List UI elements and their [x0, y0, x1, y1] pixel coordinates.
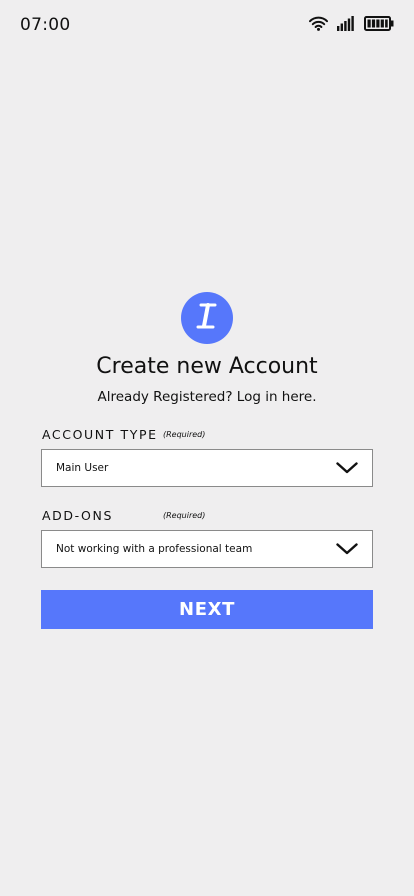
add-ons-label: ADD-ONS — [42, 508, 113, 523]
next-button[interactable]: NEXT — [41, 590, 373, 629]
status-time: 07:00 — [20, 15, 71, 35]
status-bar: 07:00 — [0, 0, 414, 48]
chevron-down-icon — [336, 543, 358, 555]
account-type-value: Main User — [56, 462, 109, 474]
app-logo — [181, 292, 233, 344]
account-type-required: (Required) — [163, 430, 206, 439]
add-ons-select[interactable]: Not working with a professional team — [41, 530, 373, 568]
login-link[interactable]: Already Registered? Log in here. — [0, 389, 414, 405]
pen-logo-icon — [192, 299, 222, 338]
add-ons-required: (Required) — [163, 511, 206, 520]
account-type-select[interactable]: Main User — [41, 449, 373, 487]
add-ons-value: Not working with a professional team — [56, 543, 253, 555]
signal-icon — [337, 16, 355, 31]
wifi-icon — [309, 16, 328, 31]
battery-icon — [364, 16, 394, 31]
chevron-down-icon — [336, 462, 358, 474]
account-type-label: ACCOUNT TYPE — [42, 427, 158, 442]
page-title: Create new Account — [96, 354, 318, 379]
status-icons — [309, 16, 394, 31]
